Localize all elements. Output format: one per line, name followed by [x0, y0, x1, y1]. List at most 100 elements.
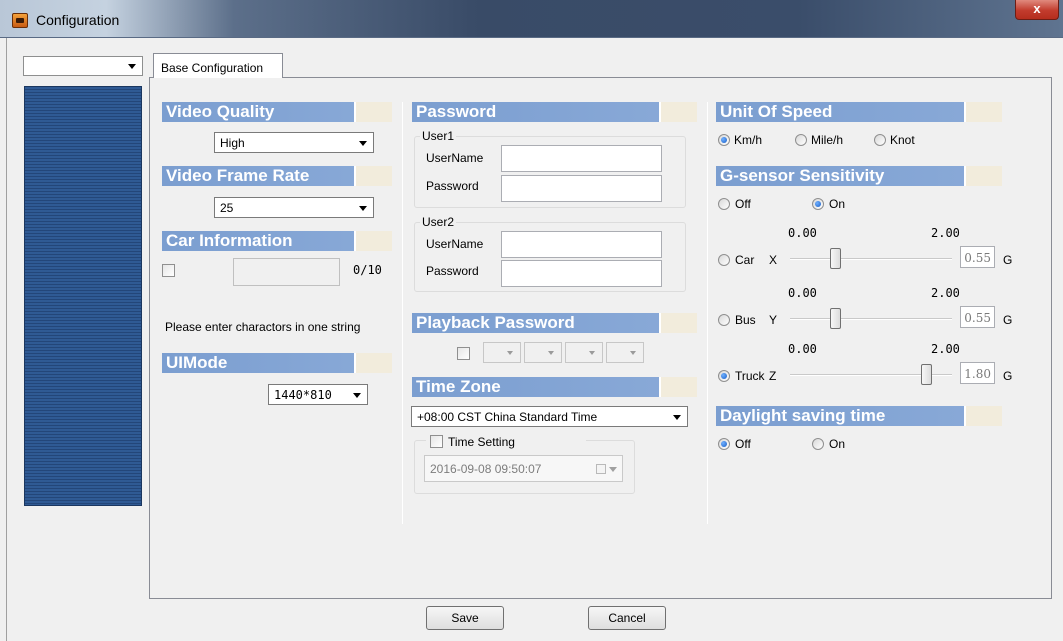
- uimode-heading: UIMode: [162, 353, 392, 373]
- bus-y-min: 0.00: [788, 286, 817, 300]
- camera-app-icon: [12, 13, 28, 28]
- car-information-checkbox[interactable]: [162, 264, 175, 277]
- daylight-on-label: On: [829, 437, 846, 451]
- gsensor-z-axis-label: Z: [769, 369, 777, 383]
- user1-password-input[interactable]: [501, 175, 662, 202]
- speed-knot-label: Knot: [890, 133, 915, 147]
- gsensor-car-label: Car: [735, 253, 755, 267]
- datetime-input[interactable]: 2016-09-08 09:50:07: [424, 455, 623, 482]
- gsensor-x-slider-handle[interactable]: [830, 248, 841, 269]
- time-zone-heading: Time Zone: [412, 377, 697, 397]
- playback-digit-2[interactable]: [524, 342, 562, 363]
- user2-username-input[interactable]: [501, 231, 662, 258]
- car-information-heading: Car Information: [162, 231, 392, 251]
- profile-select[interactable]: [23, 56, 143, 76]
- car-information-counter: 0/10: [353, 263, 382, 277]
- user1-username-label: UserName: [426, 151, 484, 165]
- chevron-down-icon: [359, 141, 367, 146]
- time-zone-value: +08:00 CST China Standard Time: [417, 410, 598, 424]
- time-zone-select[interactable]: +08:00 CST China Standard Time: [411, 406, 688, 427]
- gsensor-on-radio[interactable]: [812, 198, 824, 210]
- user1-password-label: Password: [426, 179, 479, 193]
- daylight-heading: Daylight saving time: [716, 406, 1002, 426]
- column-divider: [402, 102, 403, 524]
- speed-kmh-radio[interactable]: [718, 134, 730, 146]
- cancel-button[interactable]: Cancel: [588, 606, 666, 630]
- video-frame-rate-select[interactable]: 25: [214, 197, 374, 218]
- window-title: Configuration: [36, 12, 120, 28]
- gsensor-truck-label: Truck: [735, 369, 765, 383]
- chevron-down-icon: [630, 351, 636, 355]
- save-button[interactable]: Save: [426, 606, 504, 630]
- device-list[interactable]: [24, 86, 142, 506]
- title-bar: [0, 0, 1063, 38]
- truck-z-max: 2.00: [931, 342, 960, 356]
- user2-password-label: Password: [426, 264, 479, 278]
- chevron-down-icon: [609, 467, 617, 472]
- chevron-down-icon: [548, 351, 554, 355]
- video-quality-value: High: [220, 136, 245, 150]
- gsensor-x-unit: G: [1003, 253, 1013, 267]
- gsensor-heading: G-sensor Sensitivity: [716, 166, 1002, 186]
- chevron-down-icon: [359, 206, 367, 211]
- user1-username-input[interactable]: [501, 145, 662, 172]
- frame-rate-value: 25: [220, 201, 234, 215]
- column-divider: [707, 102, 708, 524]
- gsensor-off-radio[interactable]: [718, 198, 730, 210]
- gsensor-on-label: On: [829, 197, 846, 211]
- gsensor-truck-radio[interactable]: [718, 370, 730, 382]
- gsensor-x-value[interactable]: 0.55: [960, 246, 995, 268]
- gsensor-off-label: Off: [735, 197, 751, 211]
- video-quality-select[interactable]: High: [214, 132, 374, 153]
- gsensor-bus-label: Bus: [735, 313, 756, 327]
- gsensor-x-slider-track[interactable]: [790, 258, 952, 260]
- gsensor-y-slider-handle[interactable]: [830, 308, 841, 329]
- playback-digit-4[interactable]: [606, 342, 644, 363]
- user1-group-title: User1: [420, 129, 457, 143]
- gsensor-z-slider-handle[interactable]: [921, 364, 932, 385]
- chevron-down-icon: [589, 351, 595, 355]
- chevron-down-icon: [507, 351, 513, 355]
- daylight-off-radio[interactable]: [718, 438, 730, 450]
- gsensor-y-unit: G: [1003, 313, 1013, 327]
- car-information-input[interactable]: [233, 258, 340, 286]
- car-information-hint: Please enter charactors in one string: [165, 320, 361, 334]
- daylight-on-radio[interactable]: [812, 438, 824, 450]
- bus-y-max: 2.00: [931, 286, 960, 300]
- gsensor-z-unit: G: [1003, 369, 1013, 383]
- gsensor-car-radio[interactable]: [718, 254, 730, 266]
- gsensor-y-slider-track[interactable]: [790, 318, 952, 320]
- close-button[interactable]: x: [1015, 0, 1059, 20]
- uimode-select[interactable]: 1440*810: [268, 384, 368, 405]
- video-frame-rate-heading: Video Frame Rate: [162, 166, 392, 186]
- speed-kmh-label: Km/h: [734, 133, 763, 147]
- gsensor-z-value[interactable]: 1.80: [960, 362, 995, 384]
- truck-z-min: 0.00: [788, 342, 817, 356]
- window-frame-edge: [6, 38, 7, 641]
- calendar-icon: [596, 464, 606, 474]
- playback-digit-3[interactable]: [565, 342, 603, 363]
- user2-password-input[interactable]: [501, 260, 662, 287]
- user2-username-label: UserName: [426, 237, 484, 251]
- tab-base-configuration[interactable]: Base Configuration: [153, 53, 283, 78]
- playback-password-heading: Playback Password: [412, 313, 697, 333]
- gsensor-y-axis-label: Y: [769, 313, 778, 327]
- playback-digit-1[interactable]: [483, 342, 521, 363]
- speed-mileh-radio[interactable]: [795, 134, 807, 146]
- speed-mileh-label: Mile/h: [811, 133, 844, 147]
- close-icon: x: [1033, 1, 1041, 16]
- gsensor-y-value[interactable]: 0.55: [960, 306, 995, 328]
- datetime-value: 2016-09-08 09:50:07: [430, 462, 542, 476]
- time-setting-label: Time Setting: [448, 435, 515, 449]
- speed-knot-radio[interactable]: [874, 134, 886, 146]
- chevron-down-icon: [673, 415, 681, 420]
- chevron-down-icon: [128, 64, 136, 69]
- car-x-min: 0.00: [788, 226, 817, 240]
- gsensor-x-axis-label: X: [769, 253, 778, 267]
- gsensor-bus-radio[interactable]: [718, 314, 730, 326]
- playback-password-checkbox[interactable]: [457, 347, 470, 360]
- time-setting-checkbox[interactable]: [430, 435, 443, 448]
- video-quality-heading: Video Quality: [162, 102, 392, 122]
- chevron-down-icon: [353, 393, 361, 398]
- user2-group-title: User2: [420, 215, 457, 229]
